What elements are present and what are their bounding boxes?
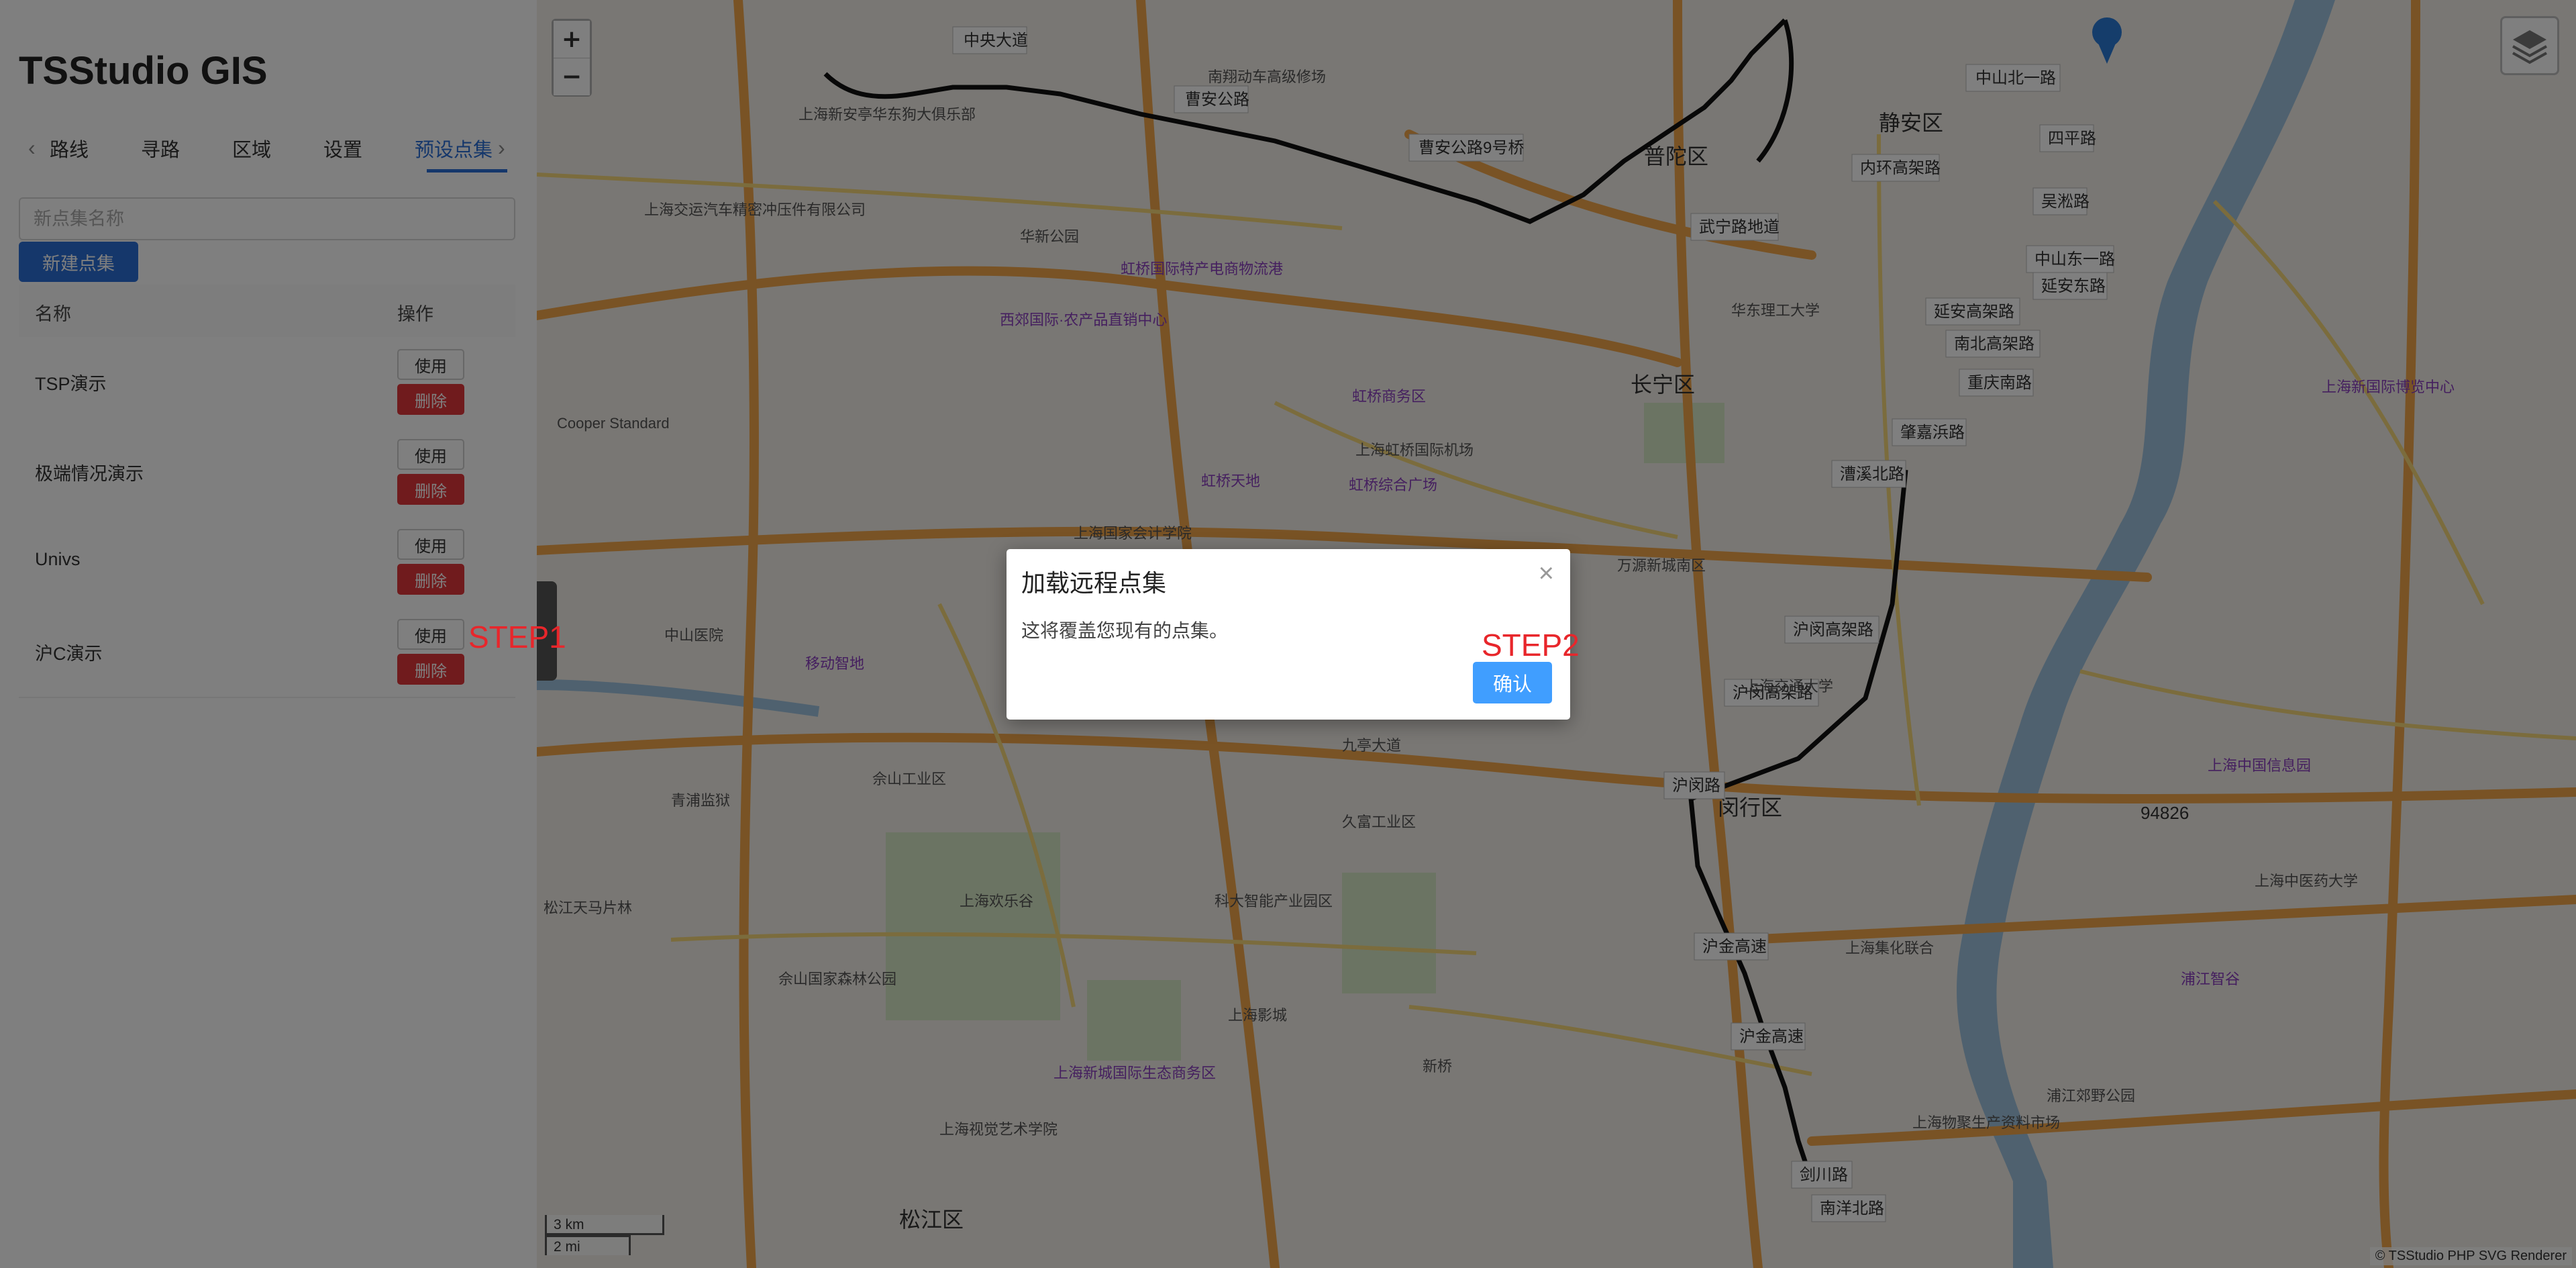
dialog-message: 这将覆盖您现有的点集。: [1021, 620, 1229, 641]
dialog-title: 加载远程点集: [1021, 569, 1167, 597]
step2-annotation: STEP2: [1482, 628, 1580, 663]
close-icon[interactable]: ×: [1539, 558, 1554, 589]
confirm-button[interactable]: 确认: [1473, 662, 1552, 703]
step1-annotation: STEP1: [468, 620, 566, 654]
